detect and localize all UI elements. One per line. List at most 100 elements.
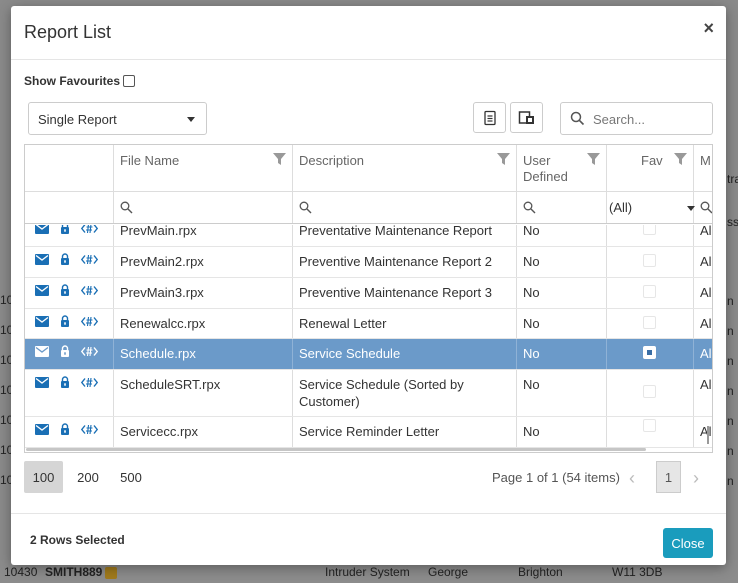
bg-row-name: George bbox=[428, 565, 469, 579]
filter-description[interactable] bbox=[293, 192, 517, 223]
cell-file-name: PrevMain2.rpx bbox=[120, 254, 204, 269]
bg-row-code-text: SMITH889 bbox=[45, 565, 103, 579]
bg-cell: n bbox=[727, 384, 734, 398]
cell-user-defined: No bbox=[523, 424, 540, 439]
cell-extra: Ala bbox=[700, 424, 712, 439]
fav-checkbox[interactable] bbox=[643, 419, 656, 432]
row-divider bbox=[25, 370, 114, 416]
fav-checkbox[interactable] bbox=[643, 385, 656, 398]
filter-funnel-icon[interactable] bbox=[273, 153, 286, 166]
search-icon bbox=[570, 111, 585, 126]
filter-funnel-icon[interactable] bbox=[497, 153, 510, 166]
chevron-left-icon[interactable]: ‹ bbox=[629, 468, 635, 489]
header-description-label: Description bbox=[299, 153, 365, 168]
column-chooser-icon bbox=[518, 110, 534, 124]
cell-description: Service Reminder Letter bbox=[299, 424, 440, 439]
page-size-200[interactable]: 200 bbox=[73, 461, 103, 493]
close-button[interactable]: Close bbox=[663, 528, 713, 558]
dialog-footer: 2 Rows Selected Close bbox=[11, 513, 726, 565]
chevron-down-icon bbox=[187, 117, 195, 122]
header-user-defined[interactable]: User Defined bbox=[517, 145, 607, 191]
header-file-name[interactable]: File Name bbox=[114, 145, 293, 191]
cell-file-name: Schedule.rpx bbox=[120, 346, 196, 361]
table-row-selected[interactable]: Schedule.rpx Service Schedule No Ala bbox=[25, 339, 712, 370]
chevron-down-icon bbox=[687, 206, 695, 211]
row-divider bbox=[25, 247, 114, 277]
table-row[interactable]: Renewalcc.rpx Renewal Letter No Ala bbox=[25, 309, 712, 339]
row-divider bbox=[25, 417, 114, 447]
filter-funnel-icon[interactable] bbox=[674, 153, 687, 166]
search-icon bbox=[299, 201, 312, 214]
header-user-defined-label: User Defined bbox=[523, 153, 568, 184]
horizontal-scrollbar[interactable] bbox=[26, 448, 646, 451]
bg-cell: n bbox=[727, 444, 734, 458]
search-icon bbox=[700, 201, 712, 214]
cell-description-line2: Customer) bbox=[299, 394, 360, 409]
report-type-select[interactable]: Single Report bbox=[28, 102, 207, 135]
table-row[interactable]: Servicecc.rpx Service Reminder Letter No… bbox=[25, 417, 712, 448]
cell-user-defined: No bbox=[523, 225, 540, 238]
filter-user-defined[interactable] bbox=[517, 192, 607, 223]
grid-body: PrevMain.rpx Preventative Maintenance Re… bbox=[25, 225, 712, 452]
fav-checkbox[interactable] bbox=[643, 316, 656, 329]
cell-file-name: PrevMain.rpx bbox=[120, 225, 197, 238]
bg-row-postcode: W11 3DB bbox=[612, 565, 663, 579]
bg-cell: n bbox=[727, 294, 734, 308]
search-icon bbox=[120, 201, 133, 214]
bg-row-system: Intruder System bbox=[325, 565, 410, 579]
search-icon bbox=[523, 201, 536, 214]
bg-row-id: 10430 bbox=[4, 565, 38, 579]
page-size-500[interactable]: 500 bbox=[116, 461, 146, 493]
page-size-100[interactable]: 100 bbox=[24, 461, 63, 493]
cell-description: Preventive Maintenance Report 3 bbox=[299, 285, 492, 300]
lock-badge-icon bbox=[105, 566, 118, 579]
fav-checkbox[interactable] bbox=[643, 254, 656, 267]
row-divider bbox=[25, 225, 114, 246]
table-row[interactable]: PrevMain2.rpx Preventive Maintenance Rep… bbox=[25, 247, 712, 278]
row-divider bbox=[25, 309, 114, 338]
cell-user-defined: No bbox=[523, 285, 540, 300]
close-icon[interactable]: × bbox=[703, 18, 714, 39]
table-row[interactable]: ScheduleSRT.rpx Service Schedule (Sorted… bbox=[25, 370, 712, 417]
table-row[interactable]: PrevMain.rpx Preventative Maintenance Re… bbox=[25, 225, 712, 247]
table-row[interactable]: PrevMain3.rpx Preventive Maintenance Rep… bbox=[25, 278, 712, 309]
bg-row-suburb: Brighton bbox=[518, 565, 563, 579]
report-grid: File Name Description User Defined Fav M bbox=[24, 144, 713, 453]
fav-checkbox-checked[interactable] bbox=[643, 346, 656, 359]
header-description[interactable]: Description bbox=[293, 145, 517, 191]
cell-description: Service Schedule (Sorted by bbox=[299, 377, 464, 392]
cell-description: Preventative Maintenance Report bbox=[299, 225, 492, 238]
bg-cell: n bbox=[727, 474, 734, 488]
cell-user-defined: No bbox=[523, 377, 540, 392]
vertical-scrollbar[interactable] bbox=[707, 426, 709, 444]
show-favourites-row: Show Favourites bbox=[24, 74, 136, 88]
cell-extra: Ala bbox=[700, 377, 712, 392]
filter-file-name[interactable] bbox=[114, 192, 293, 223]
fav-checkbox[interactable] bbox=[643, 225, 656, 235]
cell-file-name: Renewalcc.rpx bbox=[120, 316, 206, 331]
dialog-header: Report List × bbox=[11, 6, 726, 60]
row-divider bbox=[25, 339, 114, 369]
bg-cell: n bbox=[727, 414, 734, 428]
bg-cell: n bbox=[727, 354, 734, 368]
cell-file-name: ScheduleSRT.rpx bbox=[120, 377, 221, 392]
column-chooser-button[interactable] bbox=[510, 102, 543, 133]
rows-selected-text: 2 Rows Selected bbox=[30, 533, 125, 547]
cell-extra: Ala bbox=[700, 285, 712, 300]
search-field[interactable] bbox=[560, 102, 713, 135]
fav-checkbox[interactable] bbox=[643, 285, 656, 298]
bg-cell: n bbox=[727, 324, 734, 338]
dialog-title: Report List bbox=[24, 22, 112, 42]
cell-user-defined: No bbox=[523, 254, 540, 269]
show-favourites-checkbox[interactable] bbox=[123, 75, 136, 87]
page-info: Page 1 of 1 (54 items) bbox=[492, 470, 620, 485]
page-number-button[interactable]: 1 bbox=[656, 461, 681, 493]
export-button[interactable] bbox=[473, 102, 506, 133]
bg-cell: ss bbox=[727, 215, 738, 229]
cell-description: Service Schedule bbox=[299, 346, 401, 361]
chevron-right-icon[interactable]: › bbox=[693, 468, 699, 489]
search-input[interactable] bbox=[591, 109, 706, 129]
filter-funnel-icon[interactable] bbox=[587, 153, 600, 166]
header-fav[interactable]: Fav bbox=[607, 145, 694, 191]
row-divider bbox=[25, 278, 114, 308]
